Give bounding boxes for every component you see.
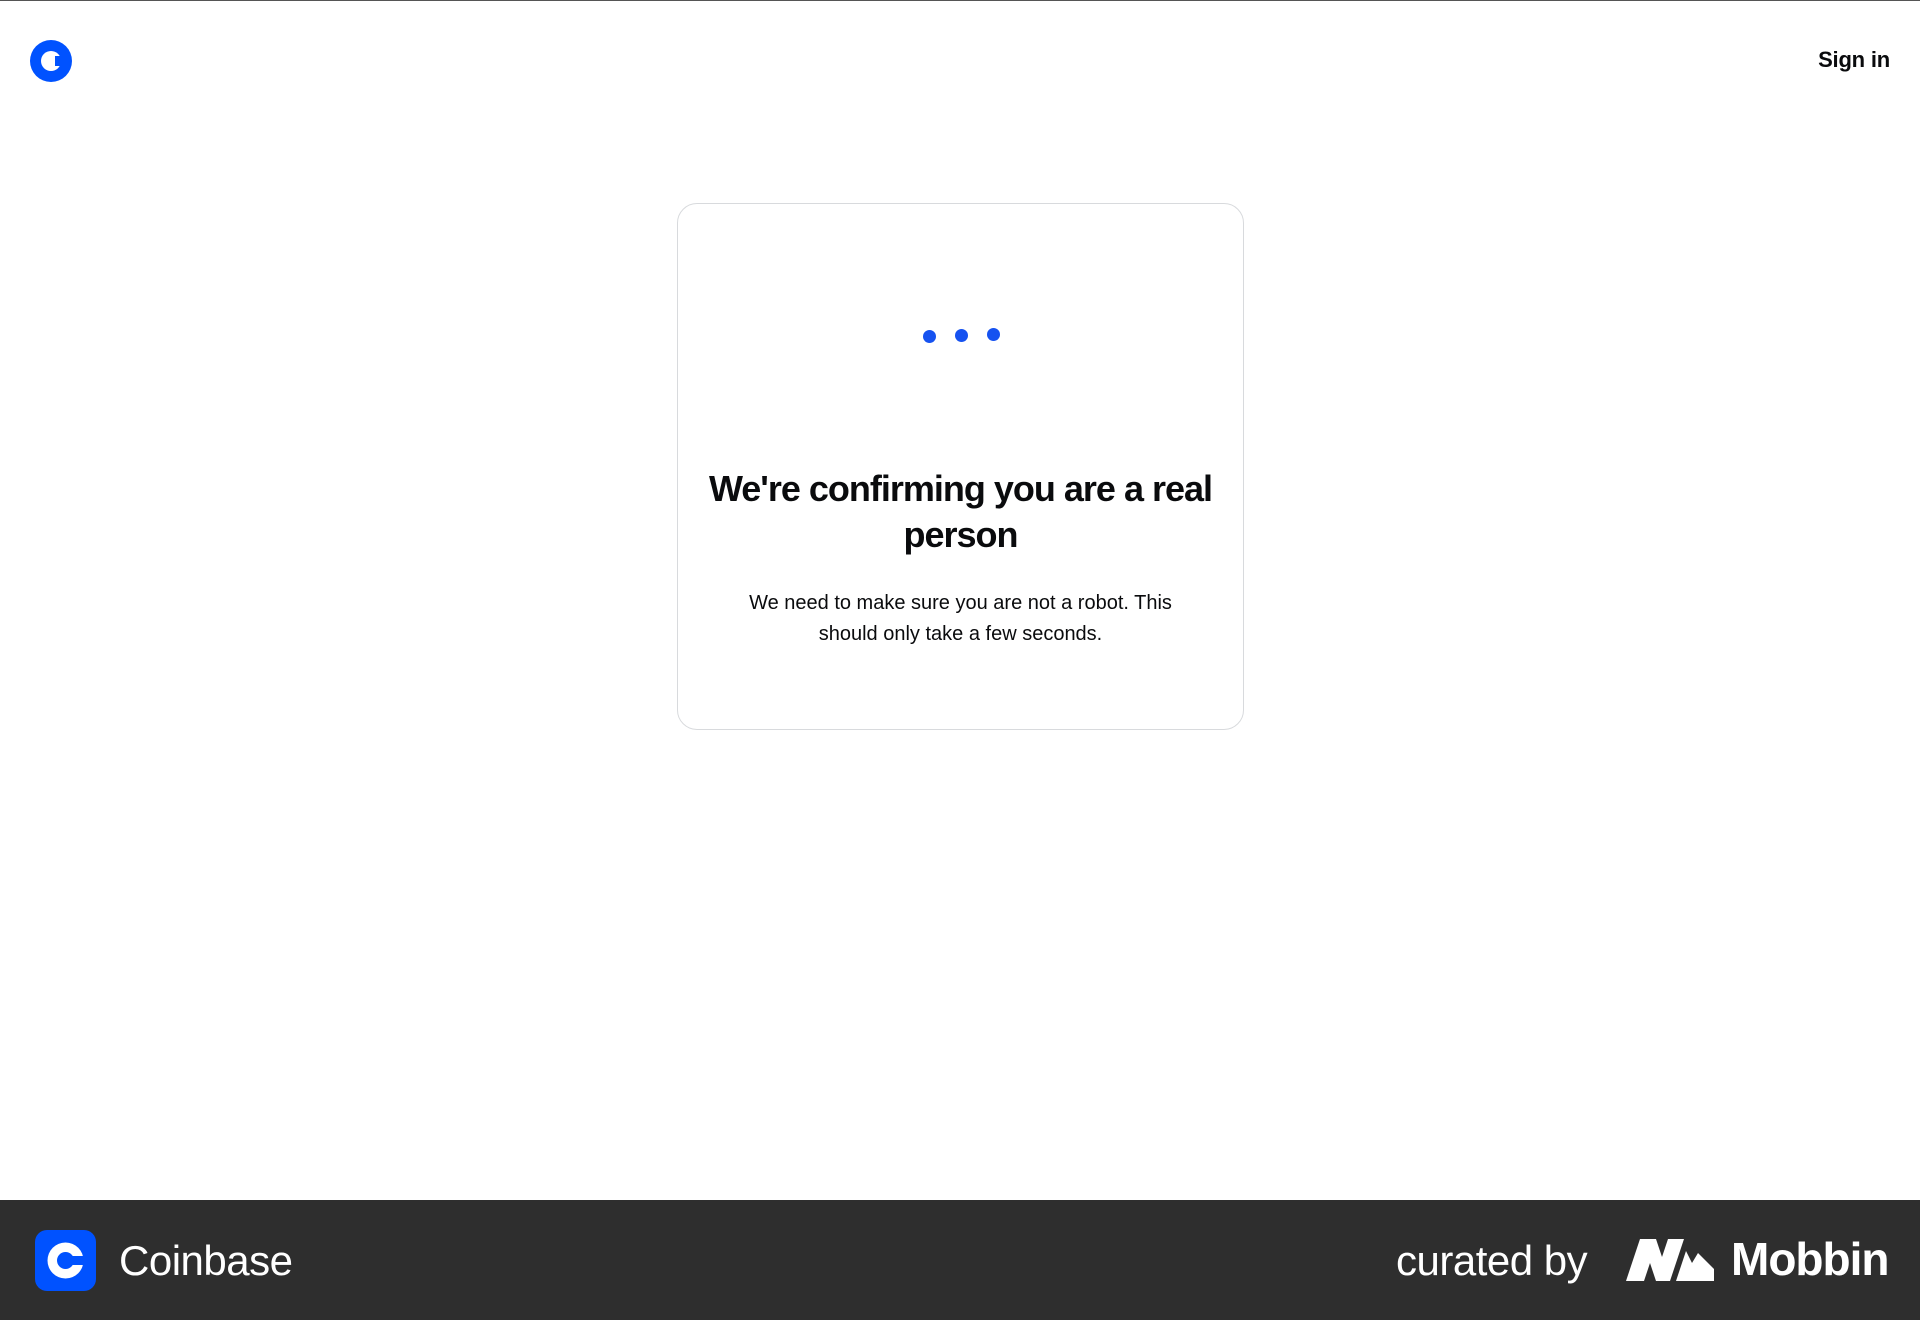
sign-in-link[interactable]: Sign in — [1818, 47, 1890, 73]
curated-by-label: curated by — [1396, 1237, 1588, 1284]
app-name: Coinbase — [119, 1237, 293, 1284]
coinbase-app-icon — [35, 1230, 96, 1291]
verification-description: We need to make sure you are not a robot… — [749, 592, 1172, 645]
verification-heading: We're confirming you are a real person — [708, 468, 1213, 555]
verification-card: We're confirming you are a real person W… — [677, 203, 1244, 730]
curator-name: Mobbin — [1731, 1233, 1889, 1285]
mobbin-logo-icon — [1626, 1239, 1714, 1281]
loading-dots-icon — [678, 324, 1243, 348]
loading-dot — [987, 328, 1000, 341]
loading-dot — [923, 330, 936, 343]
loading-dot — [955, 329, 968, 342]
coinbase-logo-icon[interactable] — [30, 40, 72, 82]
mobbin-footer: Coinbase curated by Mobbin — [0, 1200, 1920, 1320]
site-header: Sign in — [0, 1, 1920, 119]
